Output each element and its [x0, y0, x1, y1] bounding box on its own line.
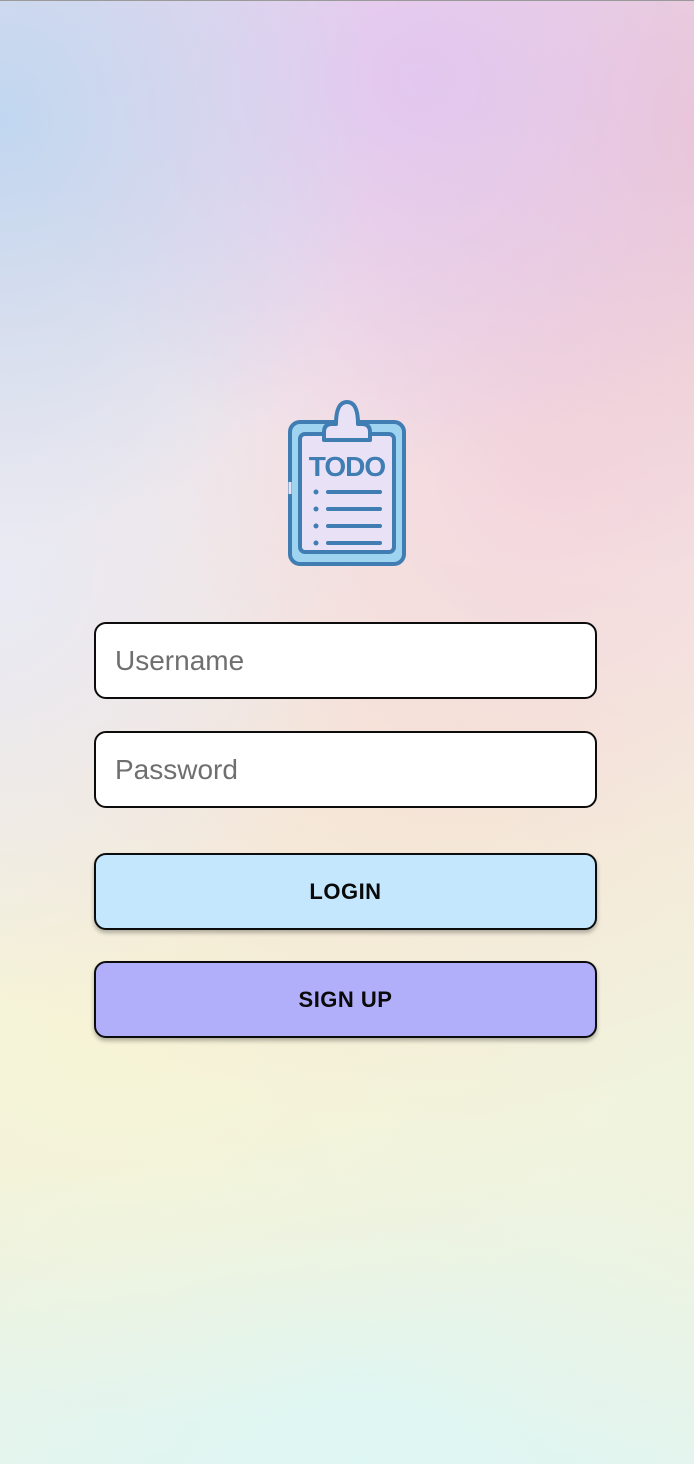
username-input[interactable] — [96, 624, 595, 697]
top-divider — [0, 0, 694, 1]
logo-text: TODO — [309, 451, 386, 482]
password-field[interactable] — [94, 731, 597, 808]
signup-button[interactable]: SIGN UP — [94, 961, 597, 1038]
login-button[interactable]: LOGIN — [94, 853, 597, 930]
password-input[interactable] — [96, 733, 595, 806]
username-field[interactable] — [94, 622, 597, 699]
todo-clipboard-icon: TODO — [284, 398, 410, 568]
